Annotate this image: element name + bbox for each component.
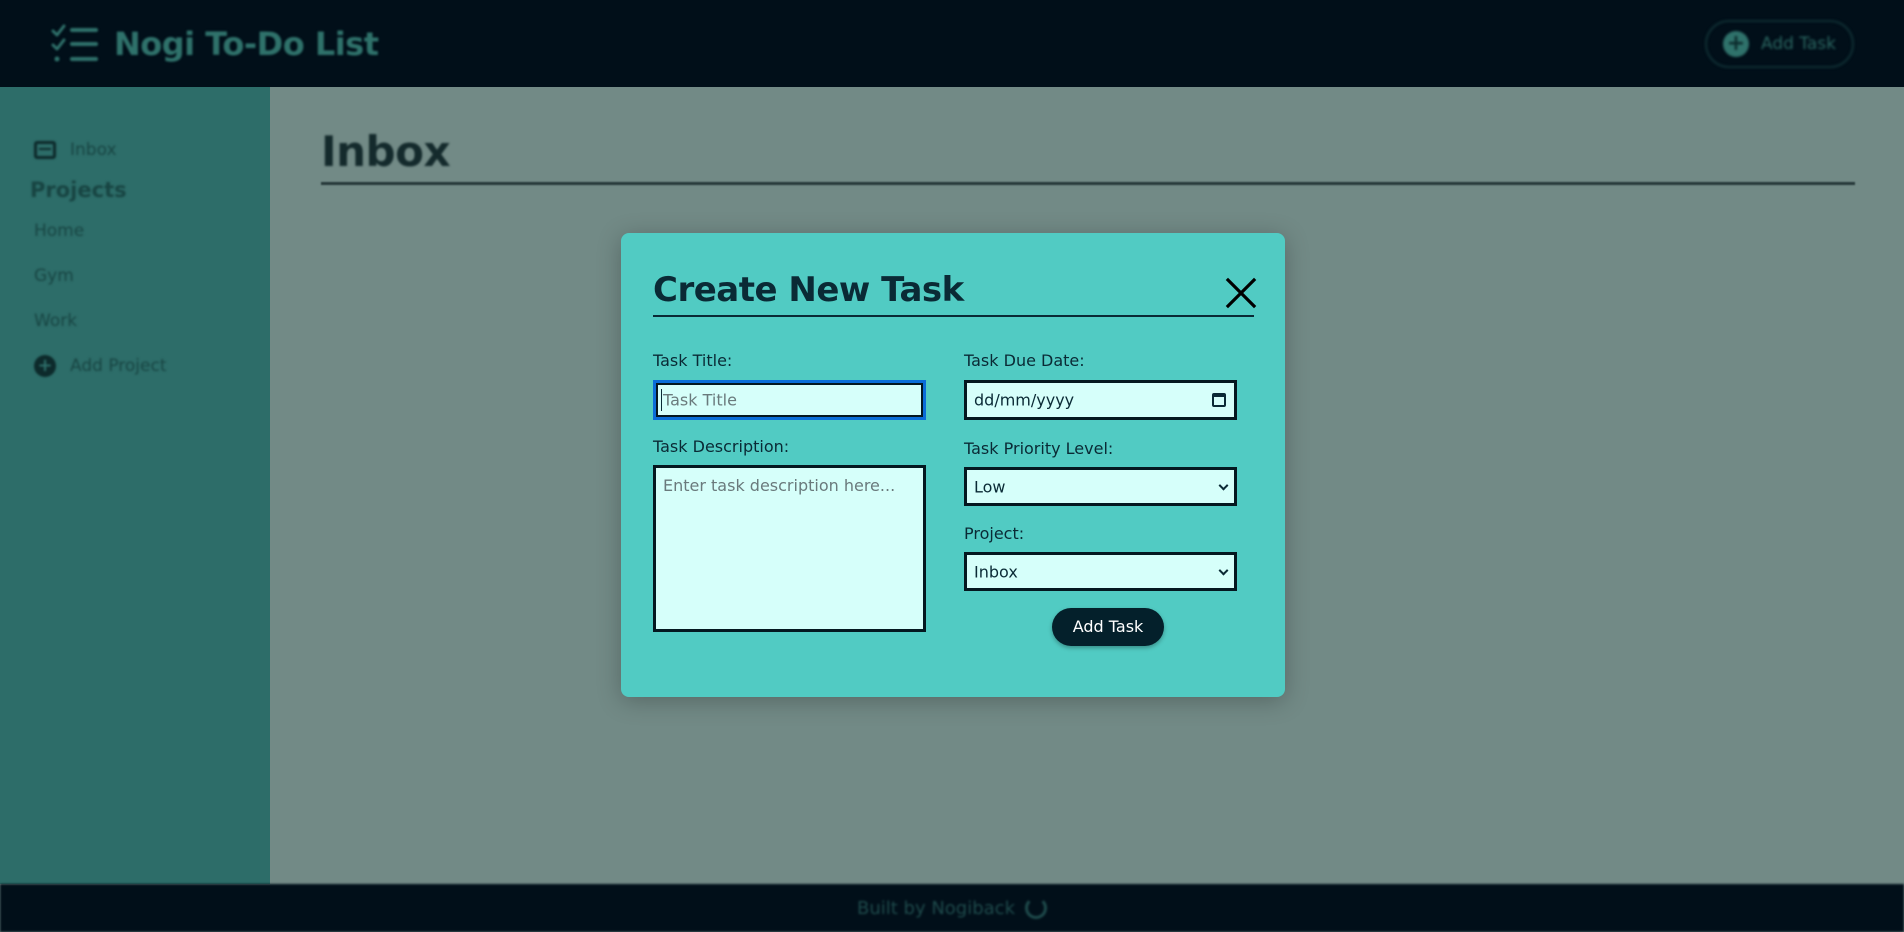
close-icon[interactable] <box>1223 275 1259 311</box>
task-description-label: Task Description: <box>653 437 790 456</box>
sidebar-item-work[interactable]: Work <box>0 298 270 343</box>
app-title: Nogi To-Do List <box>114 24 379 63</box>
app-footer: Built by Nogiback <box>0 884 1904 932</box>
calendar-icon[interactable] <box>1212 393 1226 407</box>
sidebar-item-inbox[interactable]: Inbox <box>0 127 270 172</box>
add-project-label: Add Project <box>70 355 167 376</box>
text-caret <box>661 389 662 411</box>
priority-label: Task Priority Level: <box>964 439 1114 458</box>
project-select[interactable]: Inbox <box>964 552 1237 591</box>
task-title-placeholder: Task Title <box>663 390 737 410</box>
chevron-down-icon <box>1218 565 1229 576</box>
checklist-icon <box>51 24 98 61</box>
sidebar-item-label: Inbox <box>70 139 117 160</box>
header-add-task-button[interactable]: + Add Task <box>1704 19 1854 68</box>
header-add-task-label: Add Task <box>1760 33 1836 54</box>
due-date-input[interactable]: dd/mm/yyyy <box>964 380 1237 420</box>
footer-credit: Built by Nogiback <box>856 897 1016 919</box>
sidebar-item-label: Home <box>34 220 85 241</box>
brand: Nogi To-Do List <box>50 23 379 65</box>
title-divider <box>321 182 1855 185</box>
priority-value: Low <box>974 477 1006 496</box>
page-title: Inbox <box>321 127 451 176</box>
project-value: Inbox <box>974 562 1018 581</box>
create-task-modal: Create New Task Task Title: Task Title T… <box>621 233 1285 697</box>
plus-circle-icon: + <box>1722 30 1749 57</box>
due-date-value: dd/mm/yyyy <box>974 390 1075 410</box>
chevron-down-icon <box>1218 480 1229 491</box>
inbox-icon <box>34 140 56 159</box>
add-task-submit-button[interactable]: Add Task <box>1052 608 1164 646</box>
sidebar-item-home[interactable]: Home <box>0 208 270 253</box>
sidebar-item-gym[interactable]: Gym <box>0 253 270 298</box>
projects-heading: Projects <box>30 178 127 202</box>
sidebar: Inbox Projects Home Gym Work + Add Proje… <box>0 87 270 884</box>
plus-circle-icon: + <box>34 354 56 377</box>
sidebar-item-label: Gym <box>34 265 74 286</box>
task-title-input[interactable]: Task Title <box>653 380 926 420</box>
modal-title: Create New Task <box>653 270 964 310</box>
task-description-placeholder: Enter task description here... <box>663 476 896 495</box>
add-project-button[interactable]: + Add Project <box>0 343 270 388</box>
github-icon[interactable] <box>1025 897 1048 919</box>
task-title-label: Task Title: <box>653 351 733 370</box>
app-header: Nogi To-Do List + Add Task <box>0 0 1904 87</box>
sidebar-item-label: Work <box>34 310 78 331</box>
task-description-textarea[interactable]: Enter task description here... <box>653 465 926 632</box>
priority-select[interactable]: Low <box>964 467 1237 506</box>
project-label: Project: <box>964 524 1025 543</box>
modal-divider <box>653 315 1254 317</box>
due-date-label: Task Due Date: <box>964 351 1085 370</box>
